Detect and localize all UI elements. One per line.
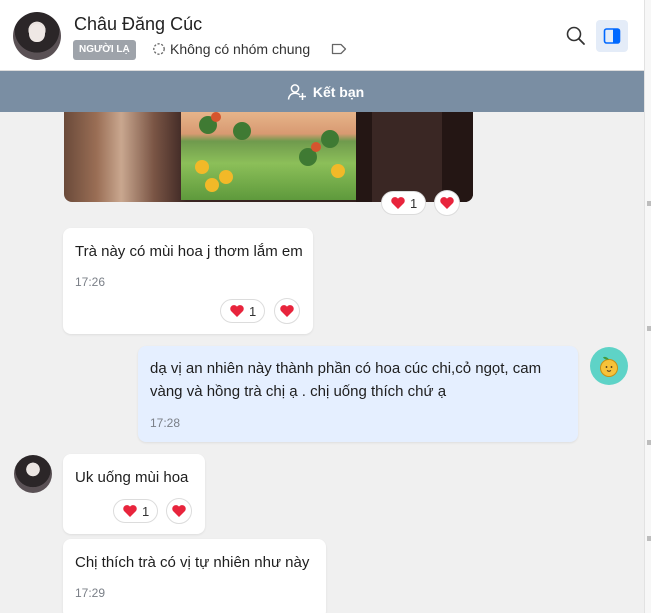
image-artwork	[181, 112, 356, 200]
mutual-groups[interactable]: Không có nhóm chung	[152, 41, 310, 57]
search-icon[interactable]	[563, 23, 589, 49]
my-message-bubble[interactable]: dạ vị an nhiên này thành phần có hoa cúc…	[138, 346, 578, 442]
reaction-summary[interactable]: 1	[220, 299, 266, 323]
mutual-groups-label: Không có nhóm chung	[170, 41, 311, 57]
sidebar-panel-icon	[603, 28, 621, 44]
message-text-line-1: dạ vị an nhiên này thành phần có hoa cúc…	[150, 360, 542, 377]
tag-icon[interactable]	[331, 43, 347, 55]
message-text-line-2: vàng và hồng trà chị ạ . chị uống thích …	[150, 383, 447, 400]
reaction-summary[interactable]: 1	[113, 499, 159, 523]
message-text: Chị thích trà có vị tự nhiên như này	[75, 554, 310, 571]
add-friend-button[interactable]: Kết bạn	[0, 71, 651, 112]
heart-icon	[230, 305, 244, 317]
stranger-badge: NGƯỜI LẠ	[73, 40, 136, 60]
scroll-marker	[647, 536, 651, 541]
heart-icon	[280, 305, 294, 317]
heart-icon	[123, 505, 137, 517]
scroll-marker	[647, 326, 651, 331]
add-friend-label: Kết bạn	[312, 83, 365, 100]
chat-header: Châu Đăng Cúc NGƯỜI LẠ Không có nhóm chu…	[0, 0, 651, 71]
heart-icon	[440, 197, 454, 209]
reaction-summary[interactable]: 1	[381, 191, 427, 215]
image-message[interactable]	[64, 112, 473, 202]
contact-avatar[interactable]	[13, 12, 61, 60]
reaction-count: 1	[249, 303, 257, 319]
group-icon	[153, 43, 165, 55]
heart-icon	[172, 505, 186, 517]
my-avatar[interactable]	[590, 347, 628, 385]
orange-fruit-icon	[600, 356, 618, 377]
message-text: Uk uống mùi hoa	[75, 469, 189, 486]
message-list[interactable]: 1 Trà này có mùi hoa j thơm lắm em 17:26…	[0, 112, 651, 613]
react-button[interactable]	[166, 498, 192, 524]
react-button[interactable]	[274, 298, 300, 324]
message-time: 17:28	[150, 416, 181, 430]
message-text: Trà này có mùi hoa j thơm lắm em	[75, 243, 303, 260]
heart-icon	[391, 197, 405, 209]
add-user-icon	[287, 83, 306, 100]
scrollbar[interactable]	[644, 0, 651, 613]
react-button[interactable]	[434, 190, 460, 216]
reaction-count: 1	[410, 195, 418, 211]
contact-name[interactable]: Châu Đăng Cúc	[74, 14, 202, 35]
message-time: 17:26	[75, 275, 106, 289]
message-time: 17:29	[75, 586, 106, 600]
contact-avatar-small[interactable]	[14, 455, 52, 493]
scroll-marker	[647, 440, 651, 445]
reaction-count: 1	[142, 503, 150, 519]
scroll-marker	[647, 201, 651, 206]
message-bubble[interactable]: Chị thích trà có vị tự nhiên như này 17:…	[63, 539, 326, 613]
conversation-info-toggle[interactable]	[596, 20, 628, 52]
